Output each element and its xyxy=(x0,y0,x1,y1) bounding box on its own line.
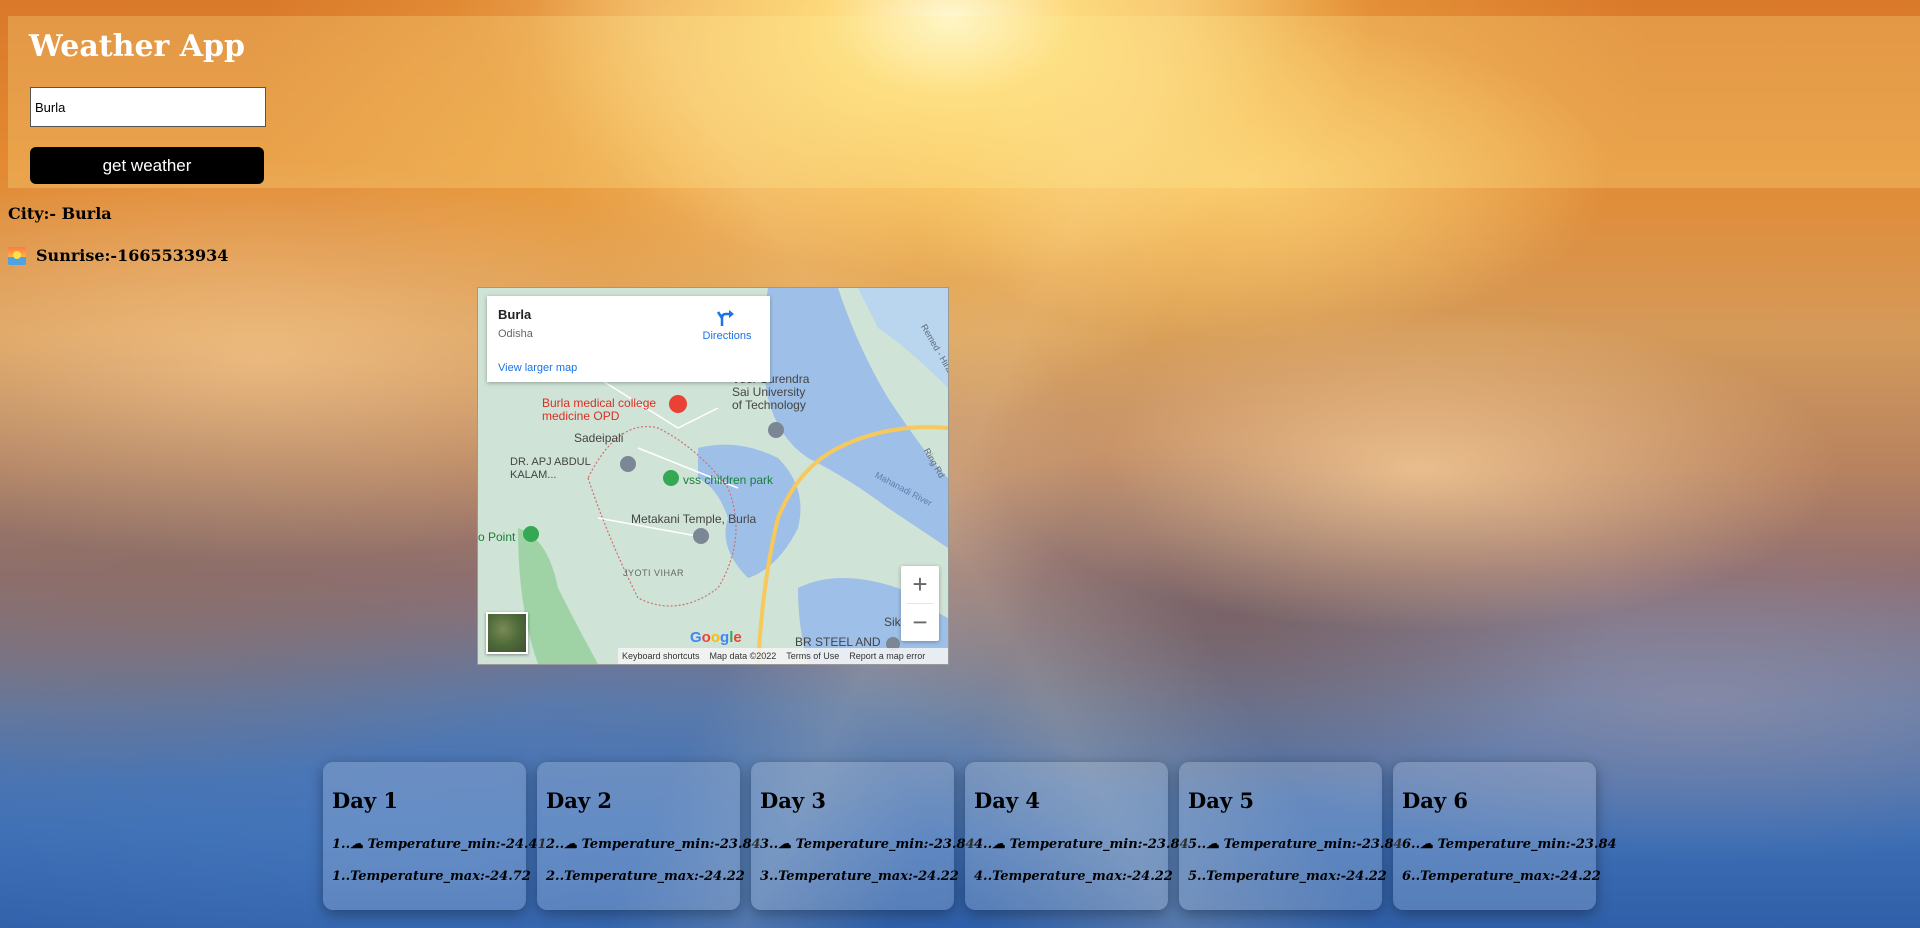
temp-max: 3..Temperature_max:-24.22 xyxy=(760,869,959,884)
city-label: City:- Burla xyxy=(8,204,112,223)
map-marker-temple[interactable] xyxy=(693,528,709,544)
terms-link[interactable]: Terms of Use xyxy=(786,651,839,661)
temp-min: 6..☁ Temperature_min:-23.84 xyxy=(1402,837,1617,852)
map-label-point: o Point xyxy=(478,530,516,544)
map-place-card: Burla Odisha View larger map Directions xyxy=(487,296,770,382)
day-title: Day 5 xyxy=(1188,788,1254,813)
app-title: Weather App xyxy=(29,29,246,64)
report-map-error-link[interactable]: Report a map error xyxy=(849,651,925,661)
day-card: Day 6 6..☁ Temperature_min:-23.84 6..Tem… xyxy=(1393,762,1617,910)
day-title: Day 3 xyxy=(760,788,826,813)
map-label-steel: BR STEEL AND xyxy=(795,635,881,649)
map-marker-point[interactable] xyxy=(523,526,539,542)
map-label-jyoti: JYOTI VIHAR xyxy=(623,568,685,578)
day-card: Day 1 1..☁ Temperature_min:-24.41 1..Tem… xyxy=(323,762,547,910)
temp-min: 4..☁ Temperature_min:-23.84 xyxy=(974,837,1189,852)
get-weather-button[interactable]: get weather xyxy=(30,147,264,184)
zoom-in-button[interactable]: + xyxy=(901,566,939,603)
directions-button[interactable]: Directions xyxy=(697,306,757,342)
temp-max: 2..Temperature_max:-24.22 xyxy=(546,869,745,884)
temp-max: 6..Temperature_max:-24.22 xyxy=(1402,869,1601,884)
directions-label: Directions xyxy=(702,330,752,342)
temp-min: 2..☁ Temperature_min:-23.84 xyxy=(546,837,761,852)
map-marker-park[interactable] xyxy=(663,470,679,486)
satellite-toggle[interactable] xyxy=(486,612,528,654)
map-marker-university[interactable] xyxy=(768,422,784,438)
day-title: Day 4 xyxy=(974,788,1040,813)
map-footer: Keyboard shortcuts Map data ©2022 Terms … xyxy=(618,648,948,664)
day-card: Day 2 2..☁ Temperature_min:-23.84 2..Tem… xyxy=(537,762,761,910)
sunrise-row: Sunrise:-1665533934 xyxy=(8,246,228,265)
temp-max: 1..Temperature_max:-24.72 xyxy=(332,869,531,884)
keyboard-shortcuts-link[interactable]: Keyboard shortcuts xyxy=(622,651,700,661)
map-marker-apj[interactable] xyxy=(620,456,636,472)
map-data-label: Map data ©2022 xyxy=(709,651,777,661)
map-label-medical: Burla medical college medicine OPD xyxy=(542,396,657,423)
zoom-control: + − xyxy=(901,566,939,641)
temp-min: 5..☁ Temperature_min:-23.84 xyxy=(1188,837,1403,852)
sunrise-label: Sunrise:-1665533934 xyxy=(36,246,229,265)
day-title: Day 1 xyxy=(332,788,398,813)
day-card: Day 3 3..☁ Temperature_min:-23.84 3..Tem… xyxy=(751,762,975,910)
sunrise-icon xyxy=(8,246,26,265)
map-label-apj: DR. APJ ABDUL KALAM... xyxy=(510,456,591,481)
google-logo: Google xyxy=(690,629,742,646)
day-card: Day 5 5..☁ Temperature_min:-23.84 5..Tem… xyxy=(1179,762,1403,910)
temp-max: 4..Temperature_max:-24.22 xyxy=(974,869,1173,884)
day-title: Day 6 xyxy=(1402,788,1468,813)
map-place-region: Odisha xyxy=(498,328,533,340)
map-label-sadeipali: Sadeipali xyxy=(574,431,624,445)
temp-min: 3..☁ Temperature_min:-23.84 xyxy=(760,837,975,852)
day-card: Day 4 4..☁ Temperature_min:-23.84 4..Tem… xyxy=(965,762,1189,910)
temp-min: 1..☁ Temperature_min:-24.41 xyxy=(332,837,547,852)
city-search-input[interactable] xyxy=(30,87,266,127)
temp-max: 5..Temperature_max:-24.22 xyxy=(1188,869,1387,884)
zoom-out-button[interactable]: − xyxy=(901,604,939,641)
map-label-park: vss children park xyxy=(683,473,774,487)
map-label-sik: Sik xyxy=(884,615,901,629)
map-place-name: Burla xyxy=(498,307,532,322)
map-marker-hospital[interactable] xyxy=(669,395,687,413)
header-panel: Weather App get weather xyxy=(8,16,1920,188)
view-larger-map-link[interactable]: View larger map xyxy=(498,362,577,374)
directions-icon xyxy=(716,310,734,326)
map-label-temple: Metakani Temple, Burla xyxy=(631,512,757,526)
day-title: Day 2 xyxy=(546,788,612,813)
embedded-map[interactable]: Burla medical college medicine OPD Veer … xyxy=(477,287,949,665)
